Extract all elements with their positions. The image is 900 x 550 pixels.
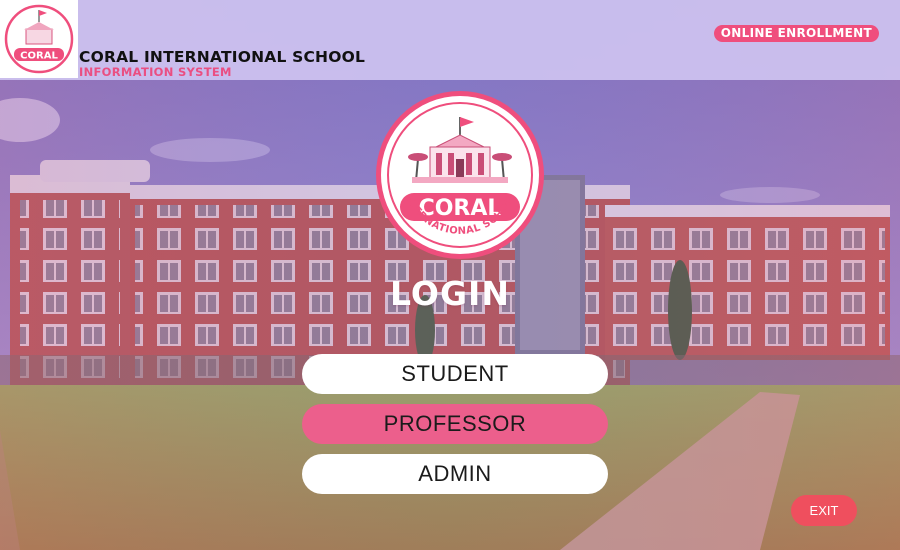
admin-button[interactable]: ADMIN <box>302 454 608 494</box>
school-logo-small: CORAL <box>0 0 78 78</box>
exit-button[interactable]: EXIT <box>791 495 857 526</box>
system-name: INFORMATION SYSTEM <box>79 65 232 79</box>
student-button[interactable]: STUDENT <box>302 354 608 394</box>
school-name: CORAL INTERNATIONAL SCHOOL <box>79 48 366 66</box>
logo-small-word: CORAL <box>20 51 58 62</box>
professor-button[interactable]: PROFESSOR <box>302 404 608 444</box>
login-title: LOGIN <box>390 274 510 313</box>
header-bar: CORAL CORAL INTERNATIONAL SCHOOL INFORMA… <box>0 0 900 80</box>
online-enrollment-button[interactable]: ONLINE ENROLLMENT <box>713 25 879 42</box>
school-logo: CORAL INTERNATIONAL SCHOOL <box>371 81 546 261</box>
